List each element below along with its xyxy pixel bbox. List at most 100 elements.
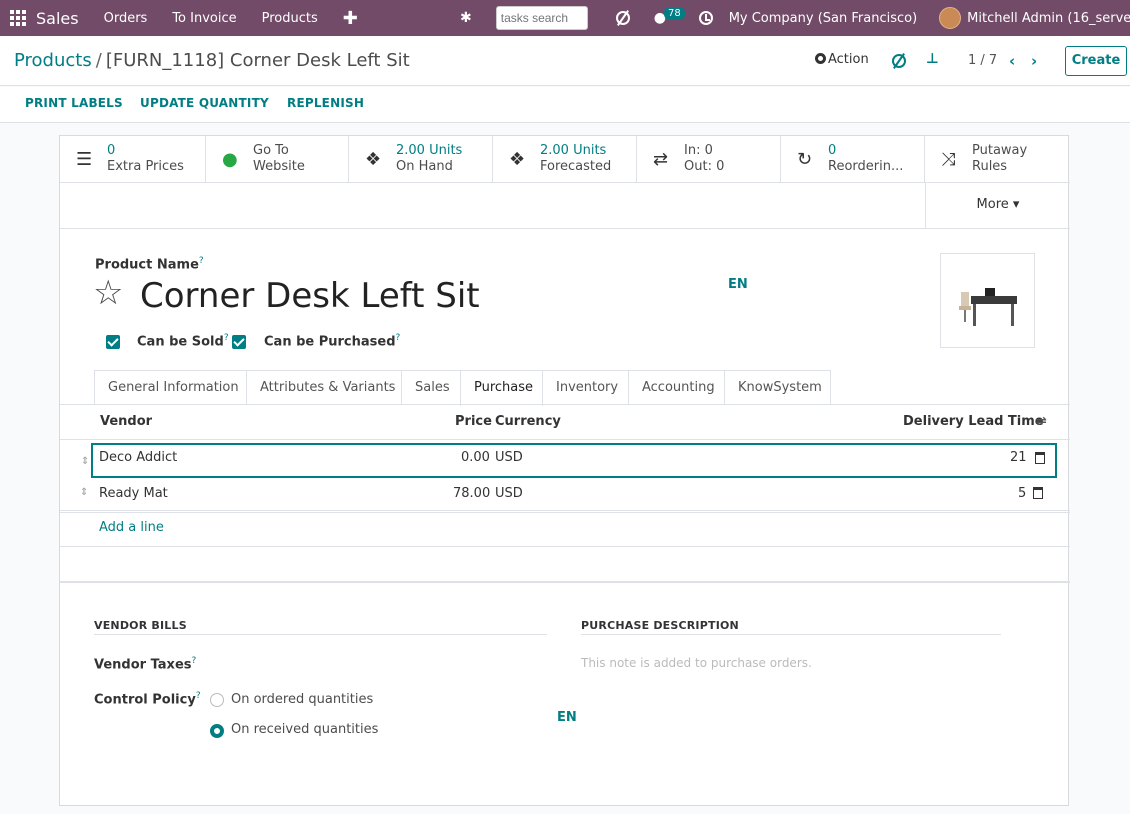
can-be-sold-label: Can be Sold? bbox=[137, 333, 229, 350]
stat-value: In: 0 bbox=[684, 143, 713, 158]
tab-knowsystem[interactable]: KnowSystem bbox=[724, 370, 831, 405]
divider bbox=[60, 228, 1070, 229]
radio-ordered-quantities[interactable] bbox=[210, 693, 224, 707]
col-vendor[interactable]: Vendor bbox=[100, 414, 152, 429]
control-policy-label: Control Policy? bbox=[94, 691, 201, 708]
tab-attributes-variants[interactable]: Attributes & Variants bbox=[246, 370, 402, 405]
pager-value[interactable]: 1 / 7 bbox=[968, 53, 997, 68]
ctrl-refresh-button[interactable] bbox=[892, 54, 906, 72]
col-delivery-lead-time[interactable]: Delivery Lead Time bbox=[903, 414, 1044, 429]
table-row[interactable]: ⇕ Deco Addict 0.00 USD 21 bbox=[81, 443, 1057, 478]
plus-icon[interactable]: ✚ bbox=[343, 8, 358, 29]
stat-go-to-website[interactable]: ● Go To Website bbox=[206, 136, 349, 183]
purchase-description-field[interactable]: This note is added to purchase orders. bbox=[581, 656, 812, 670]
stat-label: Website bbox=[253, 159, 305, 174]
col-price[interactable]: Price bbox=[455, 414, 492, 429]
tab-general-information[interactable]: General Information bbox=[94, 370, 247, 405]
can-be-purchased-checkbox[interactable] bbox=[232, 335, 246, 349]
star-icon[interactable]: ☆ bbox=[93, 273, 123, 313]
stat-label: Reorderin... bbox=[828, 159, 904, 174]
price-cell[interactable]: 78.00 bbox=[453, 486, 490, 501]
bug-icon[interactable]: ✱ bbox=[460, 10, 472, 26]
can-be-sold-checkbox[interactable] bbox=[106, 335, 120, 349]
table-row[interactable]: ⇕ Ready Mat 78.00 USD 5 bbox=[60, 476, 1070, 511]
chat-icon[interactable]: ● 78 bbox=[654, 7, 685, 26]
menu-to-invoice[interactable]: To Invoice bbox=[172, 11, 236, 26]
tasks-search-input[interactable] bbox=[495, 6, 588, 30]
currency-cell[interactable]: USD bbox=[495, 450, 523, 465]
cubes-icon: ❖ bbox=[365, 149, 382, 170]
tab-purchase[interactable]: Purchase bbox=[460, 370, 543, 406]
stat-value: 0 bbox=[107, 143, 116, 158]
col-currency[interactable]: Currency bbox=[495, 414, 561, 429]
vendor-taxes-label: Vendor Taxes? bbox=[94, 656, 197, 673]
product-name-label: Product Name? bbox=[95, 256, 204, 273]
help-icon: ? bbox=[198, 256, 204, 266]
vendor-cell[interactable]: Deco Addict bbox=[99, 450, 177, 465]
vendor-table-header: Vendor Price Currency Delivery Lead Time… bbox=[60, 405, 1070, 440]
refresh-icon[interactable] bbox=[615, 11, 630, 25]
tab-sales[interactable]: Sales bbox=[401, 370, 461, 405]
stat-value: 2.00 Units bbox=[540, 143, 607, 158]
clock-icon[interactable] bbox=[698, 11, 713, 25]
pin-icon[interactable]: ⊥ bbox=[926, 51, 939, 67]
received-quantities-label: On received quantities bbox=[231, 722, 379, 737]
breadcrumb: Products / [FURN_1118] Corner Desk Left Si… bbox=[14, 50, 410, 71]
refresh-icon bbox=[892, 54, 906, 68]
stat-value: 2.00 Units bbox=[396, 143, 463, 158]
can-be-purchased-label: Can be Purchased? bbox=[264, 333, 401, 350]
menu-orders[interactable]: Orders bbox=[104, 11, 148, 26]
trash-icon[interactable] bbox=[1033, 487, 1043, 499]
breadcrumb-separator: / bbox=[95, 50, 102, 71]
more-button[interactable]: More ▾ bbox=[925, 183, 1070, 229]
help-icon: ? bbox=[395, 333, 401, 343]
apps-grid-icon[interactable] bbox=[10, 10, 26, 26]
stat-on-hand[interactable]: ❖ 2.00 Units On Hand bbox=[349, 136, 493, 183]
trash-icon[interactable] bbox=[1035, 452, 1045, 464]
help-icon: ? bbox=[195, 691, 201, 701]
action-button[interactable]: Action bbox=[815, 52, 869, 67]
lead-time-cell[interactable]: 21 bbox=[1010, 450, 1027, 465]
stat-extra-prices[interactable]: ☰ 0 Extra Prices bbox=[60, 136, 206, 183]
stat-putaway-rules[interactable]: ⤨ Putaway Rules bbox=[925, 136, 1070, 183]
globe-icon: ● bbox=[222, 149, 238, 170]
avatar[interactable] bbox=[939, 7, 962, 29]
radio-received-quantities[interactable] bbox=[210, 724, 224, 738]
optional-columns-icon[interactable]: ⇌ bbox=[1036, 414, 1047, 429]
random-icon: ⤨ bbox=[941, 149, 956, 170]
product-name-field[interactable]: Corner Desk Left Sit bbox=[140, 276, 480, 316]
stat-label: Rules bbox=[972, 159, 1008, 174]
stat-in-out[interactable]: ⇄ In: 0 Out: 0 bbox=[637, 136, 781, 183]
vendor-cell[interactable]: Ready Mat bbox=[99, 486, 168, 501]
form-sheet: ☰ 0 Extra Prices ● Go To Website ❖ 2.00 Units… bbox=[59, 135, 1070, 806]
pager-prev-icon[interactable]: ‹ bbox=[1009, 52, 1015, 70]
price-cell[interactable]: 0.00 bbox=[461, 450, 490, 465]
desk-image-icon bbox=[959, 288, 1017, 326]
product-image[interactable] bbox=[940, 253, 1035, 348]
stat-forecasted[interactable]: ❖ 2.00 Units Forecasted bbox=[493, 136, 637, 183]
menu-products[interactable]: Products bbox=[262, 11, 318, 26]
stat-reordering[interactable]: ↻ 0 Reorderin... bbox=[781, 136, 925, 183]
tab-inventory[interactable]: Inventory bbox=[542, 370, 629, 405]
tab-accounting[interactable]: Accounting bbox=[628, 370, 725, 405]
currency-cell[interactable]: USD bbox=[495, 486, 523, 501]
drag-handle-icon[interactable]: ⇕ bbox=[80, 487, 88, 498]
print-labels-button[interactable]: PRINT LABELS bbox=[25, 96, 123, 110]
language-button[interactable]: EN bbox=[728, 277, 748, 292]
help-icon: ? bbox=[223, 333, 229, 343]
lead-time-cell[interactable]: 5 bbox=[1018, 486, 1026, 501]
replenish-button[interactable]: REPLENISH bbox=[287, 96, 364, 110]
stat-label: Out: 0 bbox=[684, 159, 725, 174]
create-button[interactable]: Create bbox=[1065, 46, 1127, 76]
pager-next-icon[interactable]: › bbox=[1031, 52, 1037, 70]
breadcrumb-products[interactable]: Products bbox=[14, 50, 92, 71]
company-switcher[interactable]: My Company (San Francisco) bbox=[729, 11, 917, 26]
refresh-icon: ↻ bbox=[797, 149, 813, 170]
update-quantity-button[interactable]: UPDATE QUANTITY bbox=[140, 96, 269, 110]
status-bar: PRINT LABELS UPDATE QUANTITY REPLENISH bbox=[0, 87, 1130, 123]
stat-value: Putaway bbox=[972, 143, 1028, 158]
language-button[interactable]: EN bbox=[557, 710, 577, 725]
app-name[interactable]: Sales bbox=[36, 9, 79, 28]
user-menu[interactable]: Mitchell Admin (16_server bbox=[967, 11, 1130, 26]
drag-handle-icon[interactable]: ⇕ bbox=[81, 456, 89, 467]
